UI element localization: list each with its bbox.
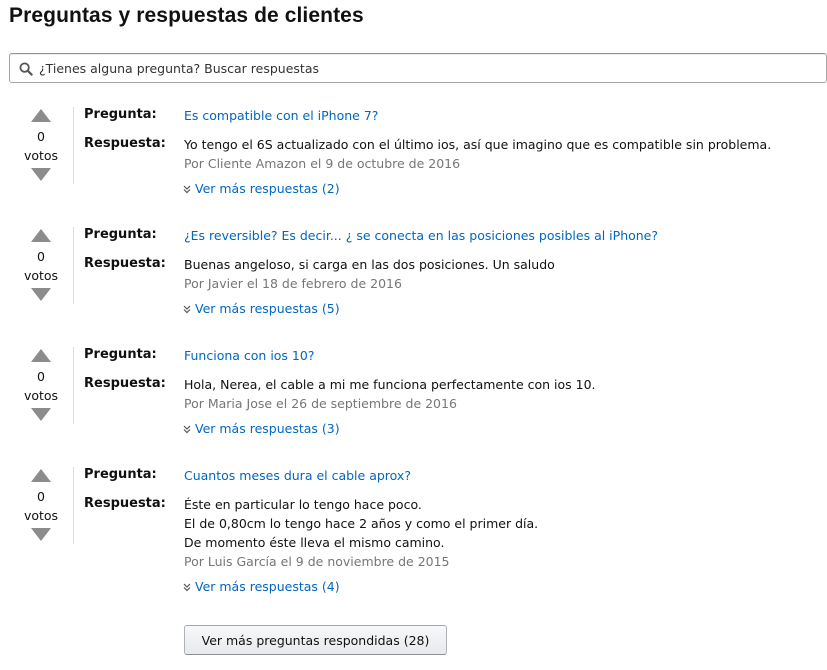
answer-label: Respuesta: (84, 496, 166, 511)
vote-divider (73, 467, 74, 544)
vote-widget: 0 votos (20, 467, 62, 545)
more-answers-label: Ver más respuestas (3) (195, 421, 340, 436)
vote-down-arrow-icon[interactable] (31, 288, 51, 301)
answer-label: Respuesta: (84, 256, 166, 271)
vote-divider (73, 227, 74, 304)
more-answers-label: Ver más respuestas (2) (195, 181, 340, 196)
search-input[interactable] (39, 57, 799, 79)
vote-up-arrow-icon[interactable] (31, 109, 51, 122)
answer-text: Éste en particular lo tengo hace poco. (184, 497, 422, 512)
page-title: Preguntas y respuestas de clientes (9, 4, 364, 27)
question-link[interactable]: Funciona con ios 10? (184, 348, 314, 363)
answer-text: Yo tengo el 6S actualizado con el último… (184, 137, 772, 152)
qa-item: 0 votos Pregunta: ¿Es reversible? Es dec… (0, 227, 827, 327)
more-answers-link[interactable]: Ver más respuestas (3) (182, 421, 340, 436)
vote-down-arrow-icon[interactable] (31, 168, 51, 181)
vote-down-arrow-icon[interactable] (31, 528, 51, 541)
double-chevron-down-icon (182, 303, 192, 315)
question-link[interactable]: ¿Es reversible? Es decir... ¿ se conecta… (184, 228, 658, 243)
double-chevron-down-icon (182, 581, 192, 593)
question-label: Pregunta: (84, 227, 157, 242)
vote-widget: 0 votos (20, 227, 62, 305)
vote-count: 0 (37, 369, 45, 384)
question-label: Pregunta: (84, 347, 157, 362)
question-link[interactable]: Es compatible con el iPhone 7? (184, 108, 378, 123)
vote-label: votos (23, 148, 59, 163)
double-chevron-down-icon (182, 183, 192, 195)
answer-text: De momento éste lleva el mismo camino. (184, 535, 445, 550)
answer-byline: Por Javier el 18 de febrero de 2016 (184, 276, 402, 291)
vote-divider (73, 347, 74, 424)
qa-item: 0 votos Pregunta: Es compatible con el i… (0, 107, 827, 207)
answer-byline: Por Cliente Amazon el 9 de octubre de 20… (184, 156, 461, 171)
answer-text: Buenas angeloso, si carga en las dos pos… (184, 257, 555, 272)
more-answers-label: Ver más respuestas (4) (195, 579, 340, 594)
question-link[interactable]: Cuantos meses dura el cable aprox? (184, 468, 411, 483)
search-box[interactable] (9, 53, 827, 83)
more-answers-label: Ver más respuestas (5) (195, 301, 340, 316)
more-answers-link[interactable]: Ver más respuestas (5) (182, 301, 340, 316)
qa-item: 0 votos Pregunta: Funciona con ios 10? R… (0, 347, 827, 447)
search-icon (19, 61, 33, 76)
question-label: Pregunta: (84, 107, 157, 122)
answer-text: Hola, Nerea, el cable a mi me funciona p… (184, 377, 596, 392)
qa-item: 0 votos Pregunta: Cuantos meses dura el … (0, 467, 827, 607)
vote-widget: 0 votos (20, 347, 62, 425)
more-answers-link[interactable]: Ver más respuestas (2) (182, 181, 340, 196)
vote-count: 0 (37, 129, 45, 144)
vote-count: 0 (37, 489, 45, 504)
more-questions-button[interactable]: Ver más preguntas respondidas (28) (184, 625, 447, 655)
vote-count: 0 (37, 249, 45, 264)
answer-label: Respuesta: (84, 136, 166, 151)
more-answers-link[interactable]: Ver más respuestas (4) (182, 579, 340, 594)
answer-byline: Por Luis García el 9 de noviembre de 201… (184, 554, 450, 569)
vote-label: votos (23, 388, 59, 403)
vote-widget: 0 votos (20, 107, 62, 185)
vote-divider (73, 107, 74, 184)
vote-label: votos (23, 508, 59, 523)
vote-up-arrow-icon[interactable] (31, 349, 51, 362)
vote-down-arrow-icon[interactable] (31, 408, 51, 421)
answer-byline: Por Maria Jose el 26 de septiembre de 20… (184, 396, 457, 411)
vote-up-arrow-icon[interactable] (31, 229, 51, 242)
double-chevron-down-icon (182, 423, 192, 435)
answer-text: El de 0,80cm lo tengo hace 2 años y como… (184, 516, 539, 531)
answer-label: Respuesta: (84, 376, 166, 391)
question-label: Pregunta: (84, 467, 157, 482)
vote-label: votos (23, 268, 59, 283)
vote-up-arrow-icon[interactable] (31, 469, 51, 482)
